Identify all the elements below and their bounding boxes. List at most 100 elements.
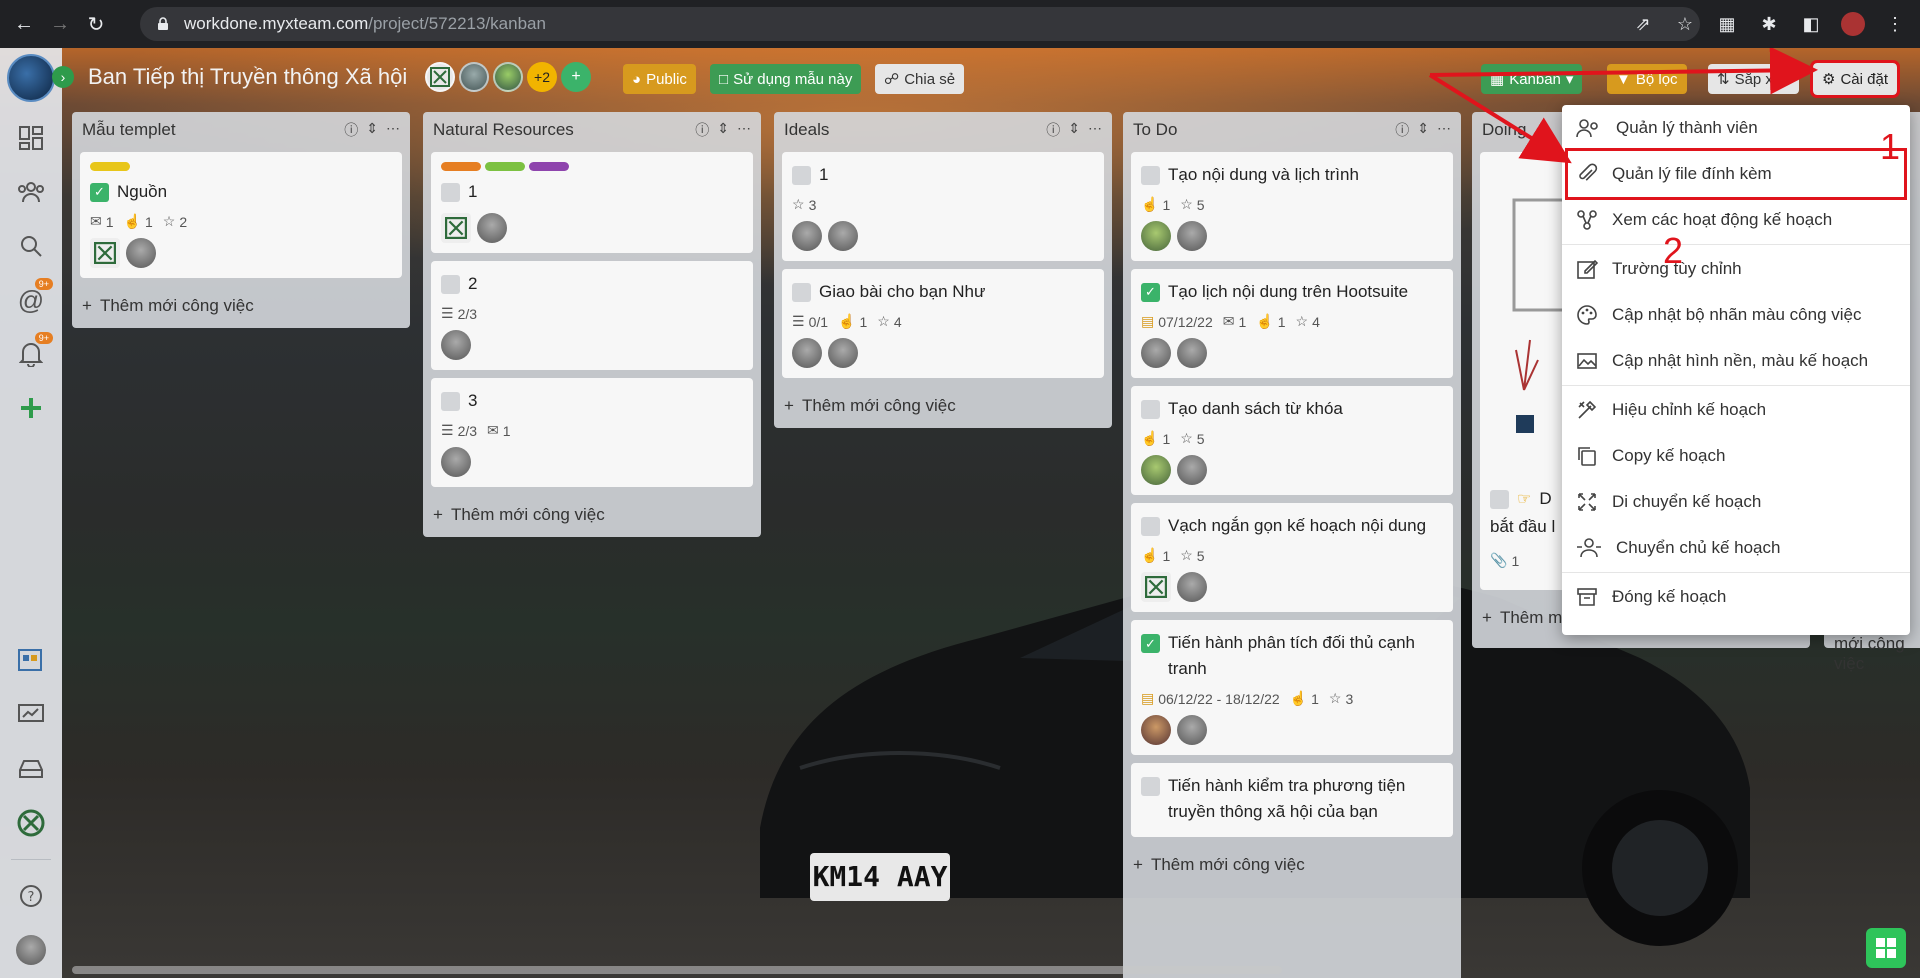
share-button[interactable]: ☍ Chia sẻ [875,64,965,94]
card-title: Tạo danh sách từ khóa [1168,399,1343,418]
add-member-button[interactable]: + [561,62,591,92]
task-card[interactable]: 2 ☰ 2/3 [431,261,753,370]
task-checkbox[interactable] [441,391,460,411]
user-avatar[interactable] [13,932,49,968]
sort-button[interactable]: ⇅ Sắp xếp [1708,64,1799,94]
menu-item-label: Đóng kế hoạch [1612,587,1727,606]
workspace-logo[interactable] [7,54,55,102]
task-checkbox[interactable]: ✓ [90,182,109,202]
task-checkbox[interactable] [792,282,811,302]
add-plus-icon[interactable] [13,390,49,426]
help-icon[interactable]: ? [13,878,49,914]
sort-icon[interactable]: ⇕ [717,120,729,140]
bookmark-star-icon[interactable]: ☆ [1670,7,1700,41]
more-icon[interactable]: ⋯ [737,120,751,140]
card-title: 2 [468,274,478,293]
info-icon[interactable]: ⓘ [695,120,709,140]
menu-item-transfer-owner[interactable]: Chuyển chủ kế hoạch [1562,525,1910,571]
public-button[interactable]: ◕ Public [623,64,696,94]
team-icon[interactable] [13,174,49,210]
search-icon[interactable] [13,228,49,264]
task-checkbox[interactable] [441,274,460,294]
task-checkbox[interactable] [441,182,460,202]
task-checkbox[interactable]: ✓ [1141,282,1160,302]
info-icon[interactable]: ⓘ [1046,120,1060,140]
more-icon[interactable]: ⋯ [1437,120,1451,140]
task-card[interactable]: ✓ Nguồn ✉ 1 ☝ 1 ☆ 2 [80,152,402,278]
checklist-icon: ☰ [441,305,454,321]
menu-item-update-background[interactable]: Cập nhật hình nền, màu kế hoạch [1562,338,1910,384]
horizontal-scrollbar[interactable] [72,966,1282,974]
task-checkbox[interactable] [792,165,811,185]
dashboard-icon[interactable] [13,120,49,156]
menu-item-custom-fields[interactable]: Trường tùy chỉnh [1562,246,1910,292]
kanban-view-button[interactable]: ▦ Kanban ▾ [1481,64,1583,94]
add-task-button[interactable]: +Thêm mới công việc [72,286,410,328]
task-card[interactable]: Giao bài cho bạn Như ☰ 0/1 ☝ 1 ☆ 4 [782,269,1104,378]
card-title: Vạch ngắn gọn kế hoạch nội dung [1168,516,1427,535]
task-checkbox[interactable]: ✓ [1141,634,1160,653]
address-bar[interactable]: workdone.myxteam.com/project/572213/kanb… [140,7,1700,41]
settings-button[interactable]: ⚙ Cài đặt [1810,60,1900,98]
info-icon[interactable]: ⓘ [1395,120,1409,140]
bell-icon[interactable]: 9+ [13,332,53,372]
task-card[interactable]: ✓ Tạo lịch nội dung trên Hootsuite ▤ 07/12… [1131,269,1453,378]
like-count: ☝ 1 [1256,313,1286,330]
back-icon[interactable]: ← [6,6,42,42]
kebab-menu-icon[interactable]: ⋮ [1880,7,1910,41]
menu-item-move-plan[interactable]: Di chuyển kế hoạch [1562,479,1910,525]
task-card[interactable]: 1 [431,152,753,253]
task-card[interactable]: 1 ☆ 3 [782,152,1104,261]
menu-item-copy-plan[interactable]: Copy kế hoạch [1562,433,1910,479]
reload-icon[interactable]: ↻ [78,6,114,42]
more-icon[interactable]: ⋯ [386,120,400,140]
task-card[interactable]: ✓ Tiến hành phân tích đối thủ cạnh tranh … [1131,620,1453,755]
info-icon[interactable]: ⓘ [344,120,358,140]
task-checkbox[interactable] [1490,489,1509,509]
add-task-button[interactable]: +Thêm mới công việc [1123,845,1461,887]
annotation-step-2: 2 [1663,230,1684,271]
profile-avatar[interactable] [1838,7,1868,41]
xteam-logo-icon[interactable] [13,805,49,841]
use-template-button[interactable]: □ Sử dụng mẫu này [710,64,862,94]
more-icon[interactable]: ⋯ [1088,120,1102,140]
task-card[interactable]: Tạo danh sách từ khóa ☝ 1 ☆ 5 [1131,386,1453,495]
menu-item-close-plan[interactable]: Đóng kế hoạch [1562,574,1910,620]
menu-item-activity[interactable]: Xem các hoạt động kế hoạch [1562,197,1910,243]
add-task-button[interactable]: +Thêm mới công việc [774,386,1112,428]
menu-item-edit-plan[interactable]: Hiệu chỉnh kế hoạch [1562,387,1910,433]
task-card[interactable]: Tiến hành kiểm tra phương tiện truyền th… [1131,763,1453,837]
sort-icon[interactable]: ⇕ [366,120,378,140]
member-avatar[interactable] [493,62,523,92]
sort-icon[interactable]: ⇕ [1417,120,1429,140]
puzzle-icon[interactable]: ✱ [1754,7,1784,41]
share-page-icon[interactable]: ⇗ [1628,7,1658,41]
apps-grid-button[interactable] [1866,928,1906,968]
task-card[interactable]: 3 ☰ 2/3 ✉ 1 [431,378,753,487]
task-checkbox[interactable] [1141,777,1160,796]
sort-icon[interactable]: ⇕ [1068,120,1080,140]
task-checkbox[interactable] [1141,399,1160,419]
apps-board-icon[interactable] [13,643,49,679]
task-card[interactable]: Tạo nội dung và lịch trình ☝ 1 ☆ 5 [1131,152,1453,261]
sidepanel-icon[interactable]: ◧ [1796,7,1826,41]
report-icon[interactable] [13,697,49,733]
forward-icon[interactable]: → [42,6,78,42]
assignee-avatar [828,338,858,368]
mention-badge: 9+ [34,278,53,290]
mention-icon[interactable]: @ 9+ [13,278,53,318]
task-checkbox[interactable] [1141,165,1160,185]
add-task-button[interactable]: +Thêm mới công việc [423,495,761,537]
task-checkbox[interactable] [1141,516,1160,536]
filter-button[interactable]: ▼ Bộ lọc [1607,64,1687,94]
expand-sidebar-button[interactable]: › [52,66,74,88]
more-members-badge[interactable]: +2 [527,62,557,92]
member-avatar[interactable] [425,62,455,92]
member-avatar[interactable] [459,62,489,92]
menu-item-manage-attachments[interactable]: Quản lý file đính kèm [1565,148,1907,200]
drive-icon[interactable] [13,751,49,787]
menu-item-manage-members[interactable]: Quản lý thành viên [1562,105,1910,151]
menu-item-update-labels[interactable]: Cập nhật bộ nhãn màu công việc [1562,292,1910,338]
extension-icon[interactable]: ▦ [1712,7,1742,41]
task-card[interactable]: Vạch ngắn gọn kế hoạch nội dung ☝ 1 ☆ 5 [1131,503,1453,612]
